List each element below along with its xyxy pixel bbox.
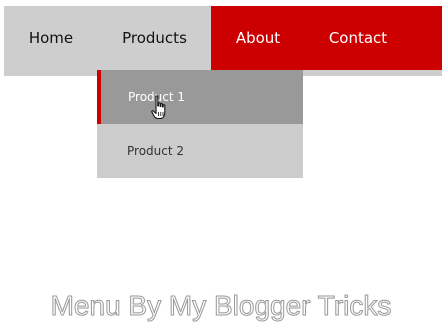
products-dropdown: Product 1 Product 2 (97, 70, 303, 178)
dropdown-item-product-1[interactable]: Product 1 (97, 70, 303, 124)
nav-item-about[interactable]: About (211, 6, 305, 70)
nav-item-home[interactable]: Home (4, 6, 98, 70)
footer-credit-text: Menu By My Blogger Tricks (50, 290, 392, 322)
nav-item-contact[interactable]: Contact (305, 6, 411, 70)
dropdown-item-product-2[interactable]: Product 2 (97, 124, 303, 178)
menu-demo: Home Products About Contact Product 1 Pr… (0, 0, 442, 333)
hand-pointer-icon (151, 95, 166, 120)
nav-item-products[interactable]: Products (98, 6, 211, 70)
